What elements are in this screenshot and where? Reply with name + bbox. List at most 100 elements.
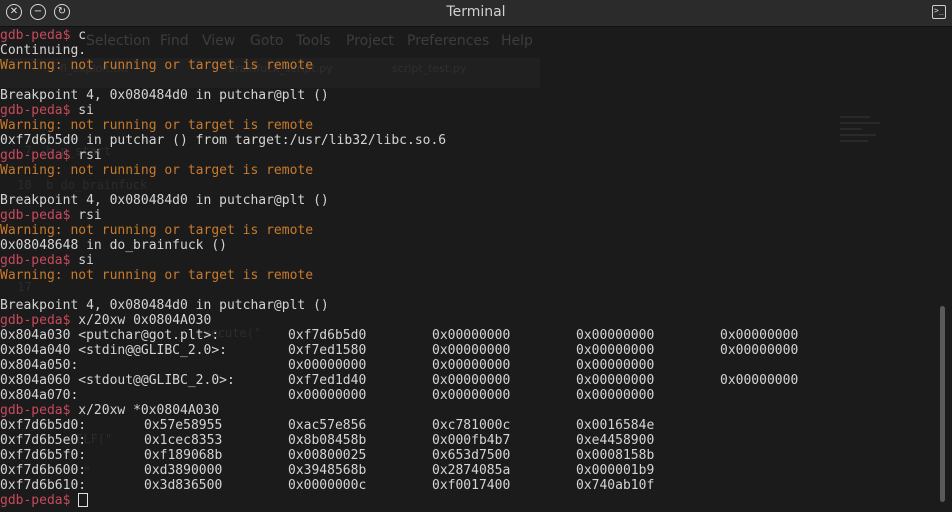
command-text: si — [70, 253, 94, 268]
command-line: gdb-peda$ rsi — [0, 208, 936, 223]
memory-address: 0xf7d6b600: — [0, 463, 87, 478]
memory-dump-row: 0xf7d6b600: 0xd3890000 0x3948568b 0x2874085… — [0, 463, 936, 478]
memory-word: 0x1cec8353 — [144, 433, 223, 448]
memory-word: 0x0000000c — [288, 478, 367, 493]
memory-word: 0x00800025 — [288, 448, 367, 463]
memory-word: 0x0016584e — [576, 418, 655, 433]
memory-word: 0x00000000 — [288, 388, 367, 403]
window-title: Terminal — [446, 4, 506, 20]
command-line: gdb-peda$ x/20xw *0x0804A030 — [0, 403, 936, 418]
memory-word: 0xe4458900 — [576, 433, 655, 448]
memory-word: 0xc781000c — [432, 418, 511, 433]
memory-word: 0xd3890000 — [144, 463, 223, 478]
memory-address: 0x804a030 <putchar@got.plt>: — [0, 328, 220, 343]
memory-word: 0x740ab10f — [576, 478, 655, 493]
memory-dump-row: 0x804a060 <stdout@@GLIBC_2.0>: 0xf7ed1d40… — [0, 373, 936, 388]
terminal-scrollbar[interactable] — [940, 306, 945, 502]
output-line: Continuing. — [0, 43, 87, 58]
text-cursor — [78, 493, 89, 507]
prompt: gdb-peda$ — [0, 253, 71, 268]
memory-word: 0x00000000 — [432, 358, 511, 373]
title-bar: ✕ − ↻ Terminal >_ — [0, 0, 952, 27]
memory-word: 0x00000000 — [432, 373, 511, 388]
command-text: x/20xw *0x0804A030 — [70, 403, 220, 418]
memory-word: 0x000001b9 — [576, 463, 655, 478]
memory-word: 0x00000000 — [576, 373, 655, 388]
command-line: gdb-peda$ si — [0, 103, 936, 118]
prompt: gdb-peda$ — [0, 148, 71, 163]
memory-dump-row: 0xf7d6b610: 0x3d836500 0x0000000c 0xf001740… — [0, 478, 936, 493]
memory-word: 0x00000000 — [720, 343, 799, 358]
memory-word: 0x00000000 — [432, 328, 511, 343]
memory-word: 0x57e58955 — [144, 418, 223, 433]
command-text: si — [70, 103, 94, 118]
memory-word: 0x3948568b — [288, 463, 367, 478]
memory-address: 0xf7d6b5f0: — [0, 448, 87, 463]
command-text: rsi — [70, 148, 102, 163]
memory-word: 0x00000000 — [720, 328, 799, 343]
memory-word: 0x2874085a — [432, 463, 511, 478]
warning-line: Warning: not running or target is remote — [0, 163, 314, 178]
memory-word: 0x3d836500 — [144, 478, 223, 493]
memory-word: 0x00000000 — [288, 358, 367, 373]
memory-word: 0xac57e856 — [288, 418, 367, 433]
prompt: gdb-peda$ — [0, 103, 71, 118]
prompt: gdb-peda$ — [0, 28, 71, 43]
memory-word: 0x00000000 — [432, 343, 511, 358]
warning-line: Warning: not running or target is remote — [0, 58, 314, 73]
memory-address: 0xf7d6b5e0: — [0, 433, 87, 448]
output-line: 0x08048648 in do_brainfuck () — [0, 238, 227, 253]
command-text: x/20xw 0x0804A030 — [70, 313, 212, 328]
memory-word: 0x00000000 — [576, 358, 655, 373]
output-line: Breakpoint 4, 0x080484d0 in putchar@plt … — [0, 298, 329, 313]
memory-word: 0xf7ed1d40 — [288, 373, 367, 388]
memory-dump-row: 0x804a040 <stdin@@GLIBC_2.0>: 0xf7ed1580 0… — [0, 343, 936, 358]
memory-word: 0x00000000 — [720, 373, 799, 388]
memory-word: 0xf7d6b5d0 — [288, 328, 367, 343]
terminal-output[interactable]: gdb-peda$ c Continuing. Warning: not runni… — [0, 28, 936, 508]
memory-address: 0x804a060 <stdout@@GLIBC_2.0>: — [0, 373, 235, 388]
command-text: rsi — [70, 208, 102, 223]
memory-address: 0x804a070: — [0, 388, 79, 403]
memory-word: 0x8b08458b — [288, 433, 367, 448]
memory-word: 0x00000000 — [576, 388, 655, 403]
memory-word: 0x00000000 — [576, 328, 655, 343]
prompt: gdb-peda$ — [0, 493, 71, 508]
memory-word: 0x653d7500 — [432, 448, 511, 463]
memory-address: 0x804a050: — [0, 358, 79, 373]
memory-address: 0xf7d6b610: — [0, 478, 87, 493]
command-line: gdb-peda$ si — [0, 253, 936, 268]
command-line: gdb-peda$ rsi — [0, 148, 936, 163]
command-line: gdb-peda$ c — [0, 28, 936, 43]
output-line: Breakpoint 4, 0x080484d0 in putchar@plt … — [0, 193, 329, 208]
memory-word: 0x000fb4b7 — [432, 433, 511, 448]
terminal-icon[interactable]: >_ — [932, 5, 946, 19]
command-line: gdb-peda$ x/20xw 0x0804A030 — [0, 313, 936, 328]
warning-line: Warning: not running or target is remote — [0, 118, 314, 133]
prompt: gdb-peda$ — [0, 208, 71, 223]
memory-word: 0xf7ed1580 — [288, 343, 367, 358]
memory-word: 0xf189068b — [144, 448, 223, 463]
memory-dump-row: 0xf7d6b5d0: 0x57e58955 0xac57e856 0xc781000… — [0, 418, 936, 433]
memory-dump-row: 0xf7d6b5e0: 0x1cec8353 0x8b08458b 0x000fb4b… — [0, 433, 936, 448]
command-input[interactable] — [70, 493, 78, 508]
memory-address: 0x804a040 <stdin@@GLIBC_2.0>: — [0, 343, 227, 358]
memory-word: 0xf0017400 — [432, 478, 511, 493]
prompt: gdb-peda$ — [0, 313, 71, 328]
command-text: c — [70, 28, 87, 43]
memory-address: 0xf7d6b5d0: — [0, 418, 87, 433]
prompt: gdb-peda$ — [0, 403, 71, 418]
memory-dump-row: 0x804a050: 0x00000000 0x00000000 0x00000000 — [0, 358, 936, 373]
warning-line: Warning: not running or target is remote — [0, 268, 314, 283]
memory-dump-row: 0xf7d6b5f0: 0xf189068b 0x00800025 0x653d750… — [0, 448, 936, 463]
memory-dump-row: 0x804a030 <putchar@got.plt>: 0xf7d6b5d0 0x… — [0, 328, 936, 343]
warning-line: Warning: not running or target is remote — [0, 223, 314, 238]
prompt-line-active: gdb-peda$ — [0, 493, 936, 508]
memory-dump-row: 0x804a070: 0x00000000 0x00000000 0x00000000 — [0, 388, 936, 403]
memory-word: 0x00000000 — [576, 343, 655, 358]
memory-word: 0x00000000 — [432, 388, 511, 403]
memory-word: 0x0008158b — [576, 448, 655, 463]
